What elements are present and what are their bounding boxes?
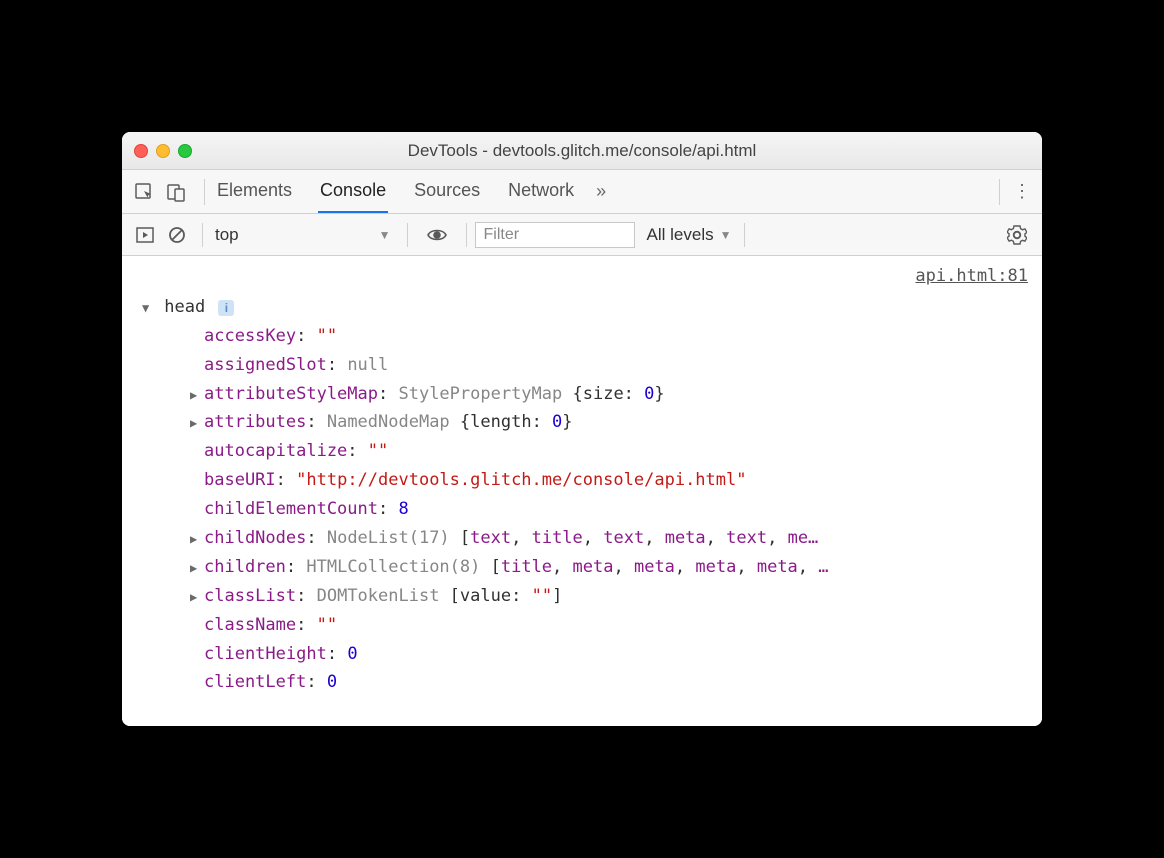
property-row[interactable]: childElementCount: 8 xyxy=(142,495,1042,524)
divider xyxy=(999,179,1000,205)
disclosure-triangle-icon[interactable] xyxy=(190,529,202,549)
clear-console-icon[interactable] xyxy=(162,220,192,250)
disclosure-triangle-icon[interactable] xyxy=(190,413,202,433)
chevron-down-icon: ▼ xyxy=(379,228,391,242)
property-key: assignedSlot xyxy=(204,355,327,375)
tab-console[interactable]: Console xyxy=(318,170,388,213)
property-row[interactable]: attributeStyleMap: StylePropertyMap {siz… xyxy=(142,380,1042,409)
console-toolbar: top ▼ All levels ▼ xyxy=(122,214,1042,256)
property-key: clientLeft xyxy=(204,672,306,692)
property-row[interactable]: accessKey: "" xyxy=(142,322,1042,351)
tabs-overflow-icon[interactable]: » xyxy=(596,181,606,202)
context-select-value: top xyxy=(215,225,239,245)
property-key: childNodes xyxy=(204,528,306,548)
log-levels-label: All levels xyxy=(647,225,714,245)
property-key: attributes xyxy=(204,412,306,432)
property-row[interactable]: autocapitalize: "" xyxy=(142,437,1042,466)
chevron-down-icon: ▼ xyxy=(720,228,732,242)
property-key: attributeStyleMap xyxy=(204,384,378,404)
console-output: api.html:81 head i accessKey: ""assigned… xyxy=(122,256,1042,726)
filter-input[interactable] xyxy=(475,222,635,248)
property-key: childElementCount xyxy=(204,499,378,519)
property-row[interactable]: className: "" xyxy=(142,611,1042,640)
settings-gear-icon[interactable] xyxy=(1002,220,1032,250)
property-row[interactable]: attributes: NamedNodeMap {length: 0} xyxy=(142,408,1042,437)
property-row[interactable]: assignedSlot: null xyxy=(142,351,1042,380)
tab-sources[interactable]: Sources xyxy=(412,170,482,213)
inspect-icon[interactable] xyxy=(130,178,158,206)
traffic-lights xyxy=(134,144,192,158)
property-key: classList xyxy=(204,586,296,606)
close-button[interactable] xyxy=(134,144,148,158)
devtools-window: DevTools - devtools.glitch.me/console/ap… xyxy=(122,132,1042,726)
property-key: baseURI xyxy=(204,470,276,490)
live-expression-icon[interactable] xyxy=(422,220,452,250)
disclosure-triangle-icon[interactable] xyxy=(190,587,202,607)
tab-bar: Elements Console Sources Network » ⋮ xyxy=(122,170,1042,214)
panel-tabs: Elements Console Sources Network xyxy=(215,170,576,213)
property-key: clientHeight xyxy=(204,644,327,664)
divider xyxy=(744,223,745,247)
logged-object: head i accessKey: ""assignedSlot: nullat… xyxy=(122,293,1042,697)
property-row[interactable]: baseURI: "http://devtools.glitch.me/cons… xyxy=(142,466,1042,495)
window-title: DevTools - devtools.glitch.me/console/ap… xyxy=(408,141,757,161)
object-name[interactable]: head xyxy=(164,297,205,317)
property-row[interactable]: clientLeft: 0 xyxy=(142,668,1042,697)
tab-elements[interactable]: Elements xyxy=(215,170,294,213)
property-row[interactable]: children: HTMLCollection(8) [title, meta… xyxy=(142,553,1042,582)
divider xyxy=(407,223,408,247)
minimize-button[interactable] xyxy=(156,144,170,158)
context-select[interactable]: top ▼ xyxy=(211,225,399,245)
log-levels-select[interactable]: All levels ▼ xyxy=(647,225,732,245)
property-key: autocapitalize xyxy=(204,441,347,461)
divider xyxy=(466,223,467,247)
device-toggle-icon[interactable] xyxy=(162,178,190,206)
disclosure-triangle-icon[interactable] xyxy=(190,558,202,578)
property-key: accessKey xyxy=(204,326,296,346)
property-row[interactable]: classList: DOMTokenList [value: ""] xyxy=(142,582,1042,611)
divider xyxy=(204,179,205,205)
source-link[interactable]: api.html:81 xyxy=(122,262,1042,293)
tab-network[interactable]: Network xyxy=(506,170,576,213)
property-row[interactable]: clientHeight: 0 xyxy=(142,640,1042,669)
property-row[interactable]: childNodes: NodeList(17) [text, title, t… xyxy=(142,524,1042,553)
divider xyxy=(202,223,203,247)
property-key: children xyxy=(204,557,286,577)
disclosure-triangle-icon[interactable] xyxy=(142,298,154,318)
toggle-sidebar-icon[interactable] xyxy=(130,220,160,250)
kebab-menu-icon[interactable]: ⋮ xyxy=(1010,181,1034,202)
property-key: className xyxy=(204,615,296,635)
maximize-button[interactable] xyxy=(178,144,192,158)
info-badge-icon[interactable]: i xyxy=(218,300,234,316)
disclosure-triangle-icon[interactable] xyxy=(190,385,202,405)
titlebar: DevTools - devtools.glitch.me/console/ap… xyxy=(122,132,1042,170)
